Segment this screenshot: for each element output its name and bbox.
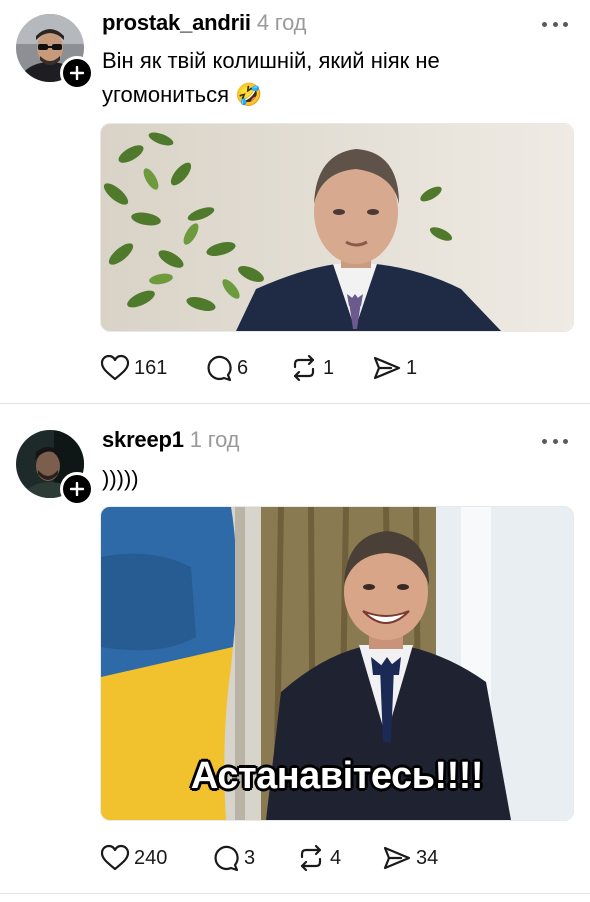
username[interactable]: prostak_andrii xyxy=(102,10,251,35)
avatar[interactable] xyxy=(16,14,94,90)
repost-button[interactable]: 4 xyxy=(296,843,341,873)
image-caption-wrap: Астанавітесь!!!! xyxy=(101,755,573,798)
like-button[interactable]: 161 xyxy=(100,353,167,383)
more-button[interactable] xyxy=(542,19,568,29)
share-icon xyxy=(373,356,401,380)
post-1: prostak_andrii 4 год Він як твій колишній… xyxy=(0,0,590,404)
timestamp: 1 год xyxy=(189,427,240,452)
repost-icon xyxy=(293,354,315,382)
post-2: skreep1 1 год ))))) Астанавітесь!!!! 240… xyxy=(0,405,590,895)
divider xyxy=(0,893,590,894)
repost-count: 4 xyxy=(330,846,342,869)
reply-button[interactable]: 6 xyxy=(205,353,248,383)
like-count: 161 xyxy=(134,356,168,379)
repost-icon xyxy=(300,844,322,872)
post-text-line: ))))) xyxy=(102,466,139,491)
reply-icon xyxy=(207,355,232,382)
post-text: Він як твій колишній, який ніяк не угомо… xyxy=(102,44,542,112)
post-image[interactable] xyxy=(100,123,574,332)
timestamp: 4 год xyxy=(256,10,307,35)
repost-button[interactable]: 1 xyxy=(289,353,334,383)
heart-icon xyxy=(100,844,130,871)
more-icon xyxy=(542,21,547,27)
username[interactable]: skreep1 xyxy=(102,427,184,452)
like-button[interactable]: 240 xyxy=(100,843,167,873)
post-header: prostak_andrii 4 год xyxy=(102,10,306,36)
follow-badge[interactable] xyxy=(60,472,94,506)
reply-button[interactable]: 3 xyxy=(212,843,255,873)
image-caption: Астанавітесь!!!! xyxy=(190,755,484,797)
share-icon xyxy=(383,846,411,870)
more-icon xyxy=(542,438,547,444)
post-header: skreep1 1 год xyxy=(102,427,239,453)
share-button[interactable]: 34 xyxy=(382,843,438,873)
post-text: ))))) xyxy=(102,462,542,496)
repost-count: 1 xyxy=(323,356,335,379)
post-text-line: угомониться 🤣 xyxy=(102,82,263,107)
avatar[interactable] xyxy=(16,430,94,506)
post-image[interactable]: Астанавітесь!!!! xyxy=(100,506,574,821)
share-count: 34 xyxy=(416,846,439,869)
reply-count: 6 xyxy=(237,356,249,379)
divider xyxy=(0,403,590,404)
reply-icon xyxy=(214,845,239,872)
post-text-line: Він як твій колишній, який ніяк не xyxy=(102,48,440,73)
plus-icon xyxy=(70,482,84,496)
reply-count: 3 xyxy=(244,846,256,869)
follow-badge[interactable] xyxy=(60,56,94,90)
share-count: 1 xyxy=(406,356,418,379)
plus-icon xyxy=(70,66,84,80)
more-button[interactable] xyxy=(542,436,568,446)
like-count: 240 xyxy=(134,846,168,869)
share-button[interactable]: 1 xyxy=(372,353,417,383)
heart-icon xyxy=(100,354,130,381)
